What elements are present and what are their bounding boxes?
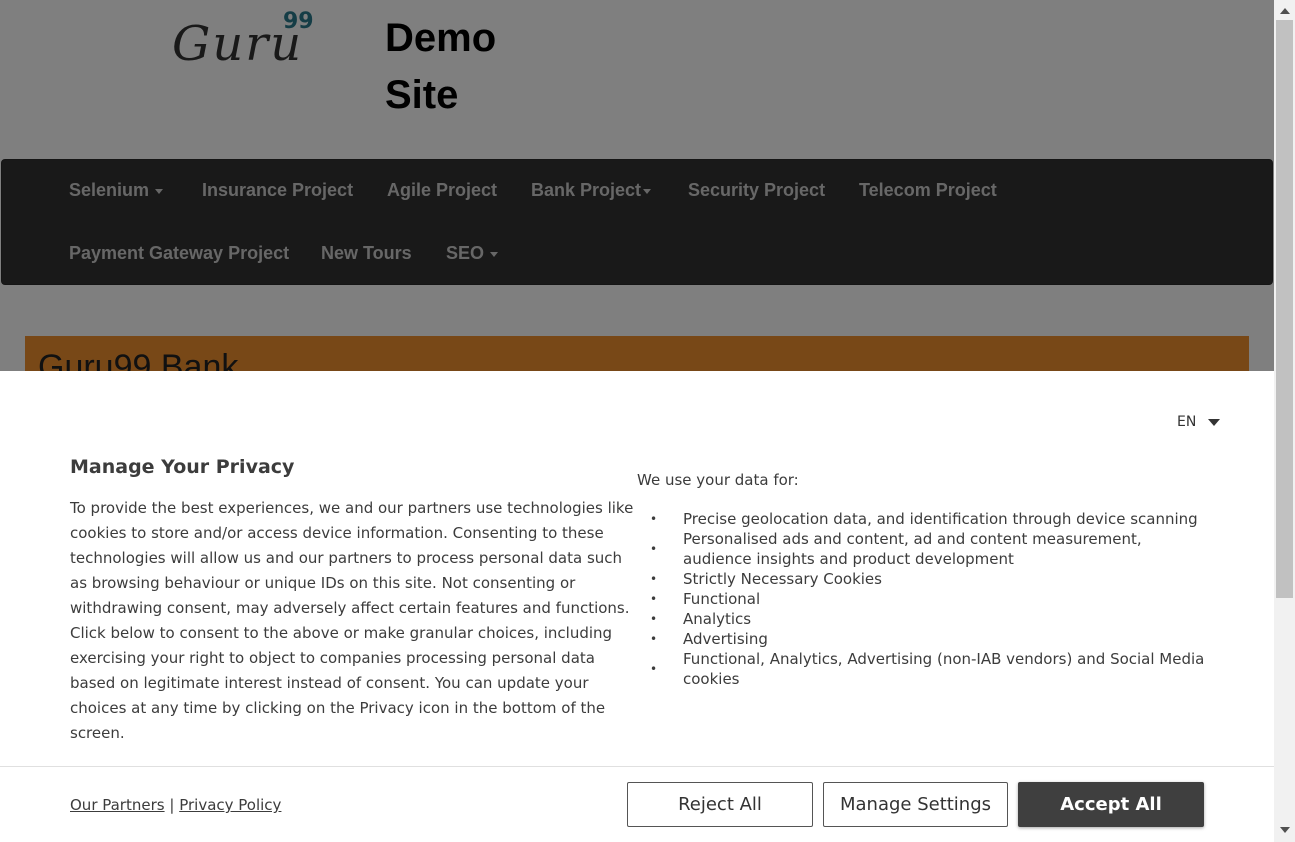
purpose-text: Analytics <box>683 610 752 628</box>
consent-title: Manage Your Privacy <box>70 456 295 478</box>
purpose-text: Precise geolocation data, and identifica… <box>683 510 1198 528</box>
scrollbar-thumb[interactable] <box>1276 20 1293 598</box>
privacy-policy-link[interactable]: Privacy Policy <box>179 796 281 814</box>
bullet-icon: • <box>650 512 658 526</box>
bullet-icon: • <box>650 542 658 556</box>
list-item: • Analytics <box>650 609 1210 629</box>
purposes-list: • Precise geolocation data, and identific… <box>650 509 1210 689</box>
list-item: • Functional, Analytics, Advertising (non… <box>650 649 1210 689</box>
language-selector[interactable]: EN <box>1177 414 1221 430</box>
bullet-icon: • <box>650 662 658 676</box>
list-item: • Precise geolocation data, and identific… <box>650 509 1210 529</box>
purpose-text: Advertising <box>683 630 768 648</box>
purpose-text: Personalised ads and content, ad and con… <box>683 530 1142 568</box>
bullet-icon: • <box>650 572 658 586</box>
bullet-icon: • <box>650 612 658 626</box>
vertical-scrollbar[interactable] <box>1274 0 1295 842</box>
consent-description: To provide the best experiences, we and … <box>70 499 634 742</box>
list-item: • Advertising <box>650 629 1210 649</box>
scroll-up-arrow-icon[interactable] <box>1280 8 1290 14</box>
consent-links: Our Partners | Privacy Policy <box>70 796 281 814</box>
list-item: • Personalised ads and content, ad and co… <box>650 529 1210 569</box>
our-partners-link[interactable]: Our Partners <box>70 796 165 814</box>
modal-backdrop <box>0 0 1274 371</box>
purpose-text: Functional <box>683 590 761 608</box>
footer-divider <box>0 766 1274 767</box>
bullet-icon: • <box>650 592 658 606</box>
link-separator: | <box>169 796 175 814</box>
bullet-icon: • <box>650 632 658 646</box>
caret-down-icon <box>1208 418 1221 426</box>
list-item: • Functional <box>650 589 1210 609</box>
list-item: • Strictly Necessary Cookies <box>650 569 1210 589</box>
purposes-heading: We use your data for: <box>637 471 799 489</box>
scroll-down-arrow-icon[interactable] <box>1280 827 1290 833</box>
manage-settings-button[interactable]: Manage Settings <box>823 782 1008 827</box>
accept-all-button[interactable]: Accept All <box>1018 782 1204 827</box>
language-label: EN <box>1177 414 1197 430</box>
privacy-consent-dialog: EN Manage Your Privacy To provide the be… <box>0 371 1274 842</box>
reject-all-button[interactable]: Reject All <box>627 782 813 827</box>
purpose-text: Strictly Necessary Cookies <box>683 570 882 588</box>
purpose-text: Functional, Analytics, Advertising (non-… <box>683 650 1205 688</box>
